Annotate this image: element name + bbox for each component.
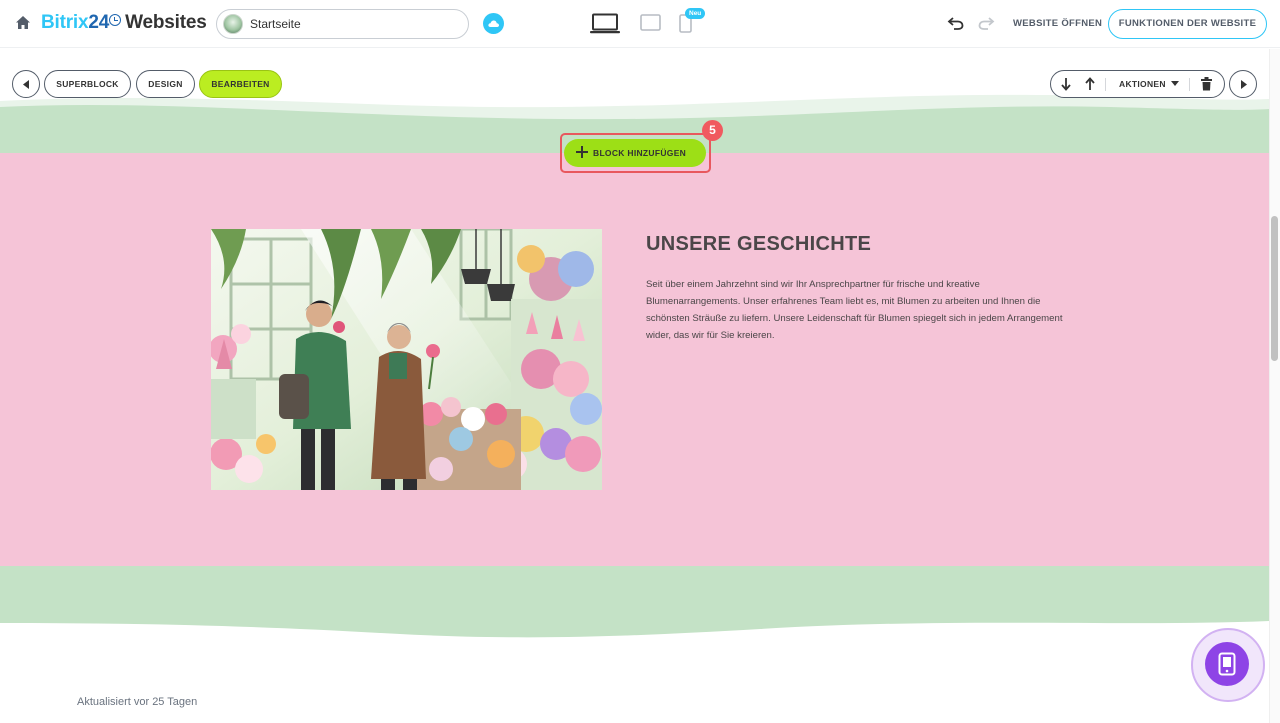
updated-label: Aktualisiert vor 25 Tagen bbox=[77, 696, 198, 708]
superblock-button[interactable]: SUPERBLOCK bbox=[44, 70, 131, 98]
flower-shop-image bbox=[211, 229, 602, 490]
page-thumbnail bbox=[223, 14, 243, 34]
cloud-icon[interactable] bbox=[483, 13, 504, 34]
next-block-button[interactable] bbox=[1229, 70, 1257, 98]
undo-icon[interactable] bbox=[947, 15, 965, 31]
actions-dropdown[interactable]: AKTIONEN bbox=[1119, 71, 1180, 97]
arrow-up-icon[interactable] bbox=[1084, 77, 1096, 91]
logo[interactable]: Bitrix24 Websites bbox=[41, 12, 207, 34]
tablet-icon[interactable] bbox=[640, 14, 661, 31]
toolbar-separator bbox=[1189, 78, 1190, 91]
edit-button[interactable]: BEARBEITEN bbox=[199, 70, 282, 98]
top-bar: Bitrix24 Websites Startseite Neu WEBSITE… bbox=[0, 0, 1280, 48]
logo-text-24: 24 bbox=[88, 12, 110, 33]
step-badge: 5 bbox=[702, 120, 723, 141]
plus-icon bbox=[576, 146, 588, 158]
page-canvas: UNSERE GESCHICHTE Seit über einem Jahrze… bbox=[0, 49, 1269, 723]
redo-icon[interactable] bbox=[977, 15, 995, 31]
add-block-button[interactable]: BLOCK HINZUFÜGEN bbox=[564, 139, 706, 167]
add-block-label: BLOCK HINZUFÜGEN bbox=[593, 148, 687, 158]
section-title: UNSERE GESCHICHTE bbox=[646, 233, 872, 255]
actions-label: AKTIONEN bbox=[1119, 79, 1166, 89]
prev-block-button[interactable] bbox=[12, 70, 40, 98]
logo-text-bitrix: Bitrix bbox=[41, 12, 89, 33]
mobile-preview-icon bbox=[1218, 652, 1236, 676]
desktop-icon[interactable] bbox=[590, 13, 620, 35]
design-button[interactable]: DESIGN bbox=[136, 70, 195, 98]
chevron-left-icon bbox=[23, 80, 29, 89]
new-badge: Neu bbox=[685, 8, 706, 19]
scrollbar-track[interactable] bbox=[1269, 49, 1280, 723]
page-selector[interactable]: Startseite bbox=[216, 9, 469, 39]
block-actions-group: AKTIONEN bbox=[1050, 70, 1225, 98]
website-functions-button[interactable]: FUNKTIONEN DER WEBSITE bbox=[1108, 9, 1267, 39]
story-section bbox=[0, 153, 1269, 566]
arrow-down-icon[interactable] bbox=[1060, 77, 1072, 91]
page-selector-value: Startseite bbox=[250, 17, 301, 31]
logo-text-websites: Websites bbox=[125, 12, 207, 33]
chevron-right-icon bbox=[1241, 80, 1247, 89]
caret-down-icon bbox=[1171, 81, 1180, 86]
editor-app: Bitrix24 Websites Startseite Neu WEBSITE… bbox=[0, 0, 1280, 723]
section-text: Seit über einem Jahrzehnt sind wir Ihr A… bbox=[646, 279, 1063, 341]
clock-icon bbox=[109, 14, 122, 26]
scrollbar-thumb[interactable] bbox=[1271, 216, 1278, 361]
mobile-preview-fab[interactable] bbox=[1205, 642, 1249, 686]
home-icon[interactable] bbox=[14, 14, 32, 32]
trash-icon[interactable] bbox=[1201, 77, 1212, 91]
open-website-link[interactable]: WEBSITE ÖFFNEN bbox=[1013, 18, 1102, 29]
toolbar-separator bbox=[1105, 78, 1106, 91]
